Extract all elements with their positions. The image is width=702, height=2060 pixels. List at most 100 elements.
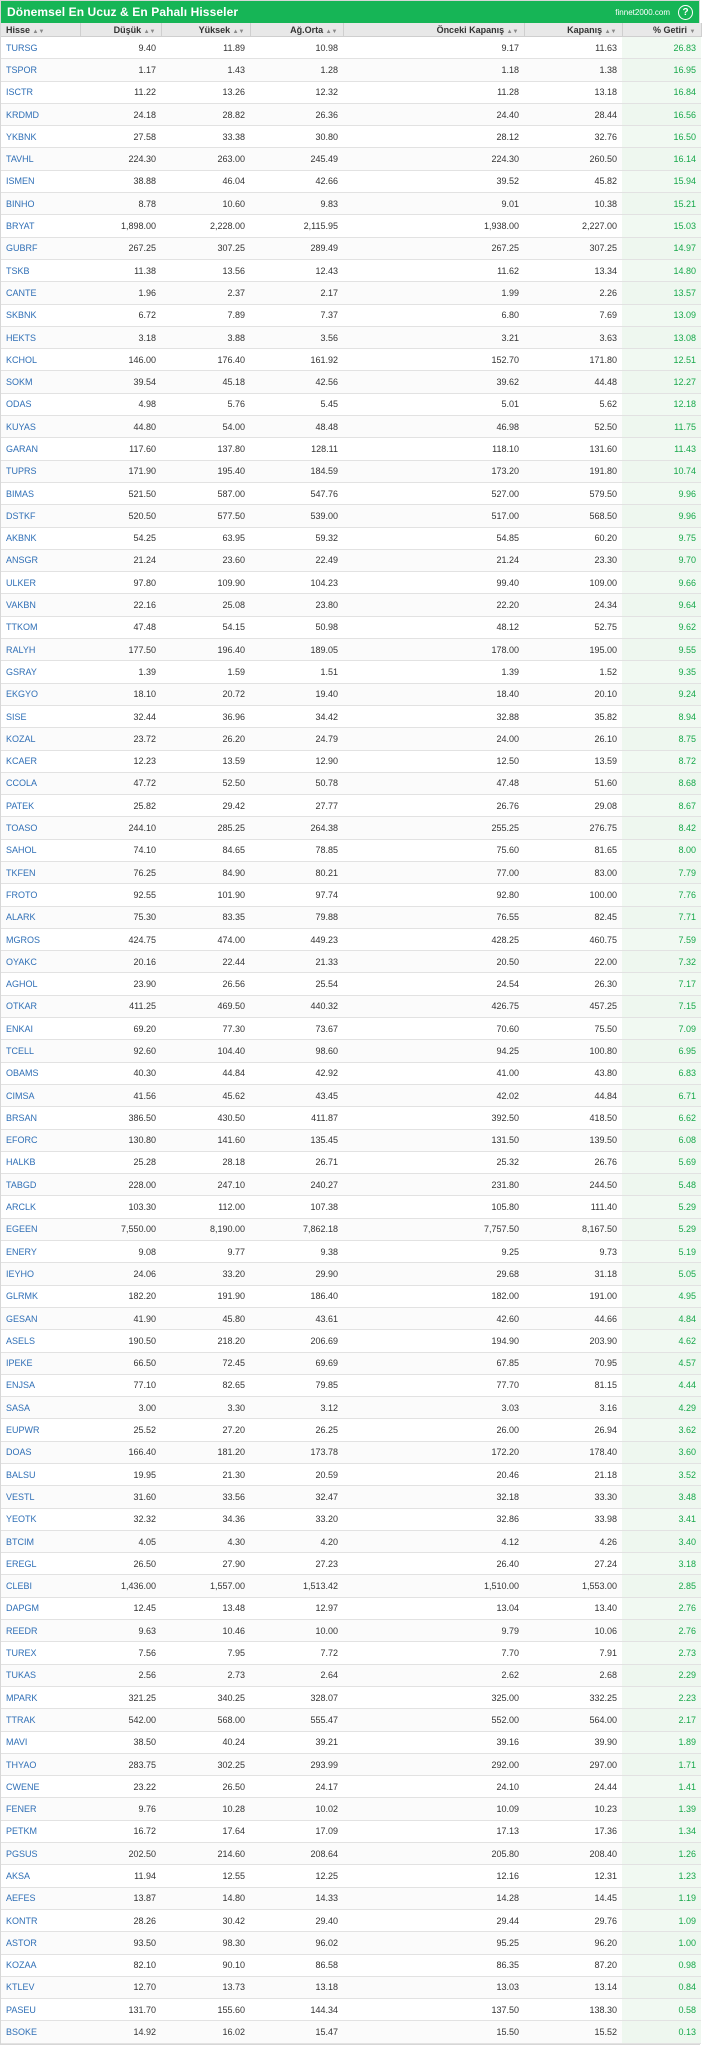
stock-symbol[interactable]: PETKM bbox=[1, 1820, 80, 1844]
stock-symbol[interactable]: REEDR bbox=[1, 1619, 80, 1643]
help-icon[interactable]: ? bbox=[678, 4, 693, 20]
stock-symbol[interactable]: PGSUS bbox=[1, 1842, 80, 1866]
col-header-ag-orta[interactable]: Ağ.Orta ▲▼ bbox=[250, 23, 344, 37]
stock-symbol[interactable]: FROTO bbox=[1, 883, 80, 907]
stock-symbol[interactable]: GSRAY bbox=[1, 660, 80, 684]
stock-symbol[interactable]: KCAER bbox=[1, 750, 80, 773]
stock-symbol[interactable]: CIMSA bbox=[1, 1084, 80, 1108]
stock-symbol[interactable]: ENJSA bbox=[1, 1374, 80, 1398]
stock-symbol[interactable]: GUBRF bbox=[1, 237, 80, 260]
stock-symbol[interactable]: TUREX bbox=[1, 1641, 80, 1665]
stock-symbol[interactable]: EFORC bbox=[1, 1129, 80, 1152]
stock-symbol[interactable]: KCHOL bbox=[1, 348, 80, 372]
stock-symbol[interactable]: YEOTK bbox=[1, 1508, 80, 1531]
stock-symbol[interactable]: SASA bbox=[1, 1396, 80, 1420]
stock-symbol[interactable]: EUPWR bbox=[1, 1418, 80, 1442]
stock-symbol[interactable]: BALSU bbox=[1, 1463, 80, 1487]
stock-symbol[interactable]: OBAMS bbox=[1, 1062, 80, 1085]
stock-symbol[interactable]: AKSA bbox=[1, 1864, 80, 1888]
stock-symbol[interactable]: VESTL bbox=[1, 1485, 80, 1509]
stock-symbol[interactable]: TTRAK bbox=[1, 1708, 80, 1732]
col-header-dusuk[interactable]: Düşük ▲▼ bbox=[80, 23, 162, 37]
stock-symbol[interactable]: BIMAS bbox=[1, 482, 80, 506]
stock-symbol[interactable]: SOKM bbox=[1, 370, 80, 394]
stock-symbol[interactable]: OYAKC bbox=[1, 950, 80, 974]
stock-symbol[interactable]: VAKBN bbox=[1, 593, 80, 617]
col-header-onceki-kapanis[interactable]: Önceki Kapanış ▲▼ bbox=[343, 23, 525, 37]
stock-symbol[interactable]: TURSG bbox=[1, 36, 80, 60]
stock-symbol[interactable]: MPARK bbox=[1, 1686, 80, 1710]
stock-symbol[interactable]: BTCIM bbox=[1, 1530, 80, 1554]
stock-symbol[interactable]: TSKB bbox=[1, 259, 80, 283]
stock-symbol[interactable]: THYAO bbox=[1, 1753, 80, 1777]
stock-symbol[interactable]: ALARK bbox=[1, 906, 80, 929]
stock-symbol[interactable]: ENKAI bbox=[1, 1017, 80, 1041]
stock-symbol[interactable]: GLRMK bbox=[1, 1285, 80, 1308]
col-header-getiri[interactable]: % Getiri ▼ bbox=[622, 23, 702, 37]
stock-symbol[interactable]: PATEK bbox=[1, 794, 80, 818]
stock-symbol[interactable]: EREGL bbox=[1, 1552, 80, 1576]
stock-symbol[interactable]: ISCTR bbox=[1, 81, 80, 104]
stock-symbol[interactable]: ENERY bbox=[1, 1240, 80, 1264]
col-header-yuksek[interactable]: Yüksek ▲▼ bbox=[161, 23, 251, 37]
stock-symbol[interactable]: KOZAA bbox=[1, 1954, 80, 1977]
stock-symbol[interactable]: IEYHO bbox=[1, 1262, 80, 1286]
stock-symbol[interactable]: KTLEV bbox=[1, 1976, 80, 2000]
stock-symbol[interactable]: TABGD bbox=[1, 1173, 80, 1197]
stock-symbol[interactable]: ASTOR bbox=[1, 1931, 80, 1955]
stock-symbol[interactable]: SAHOL bbox=[1, 839, 80, 862]
stock-symbol[interactable]: DAPGM bbox=[1, 1597, 80, 1621]
stock-symbol[interactable]: TKFEN bbox=[1, 861, 80, 885]
stock-symbol[interactable]: MGROS bbox=[1, 928, 80, 952]
stock-symbol[interactable]: ISMEN bbox=[1, 170, 80, 194]
stock-symbol[interactable]: SISE bbox=[1, 705, 80, 729]
stock-symbol[interactable]: TAVHL bbox=[1, 147, 80, 171]
stock-symbol[interactable]: DOAS bbox=[1, 1441, 80, 1465]
return-percent: 2.23 bbox=[622, 1686, 701, 1710]
stock-symbol[interactable]: BSOKE bbox=[1, 2020, 80, 2044]
stock-symbol[interactable]: BRSAN bbox=[1, 1106, 80, 1130]
stock-symbol[interactable]: AEFES bbox=[1, 1887, 80, 1910]
stock-symbol[interactable]: EGEEN bbox=[1, 1218, 80, 1242]
stock-symbol[interactable]: MAVI bbox=[1, 1731, 80, 1754]
stock-symbol[interactable]: TCELL bbox=[1, 1039, 80, 1063]
stock-symbol[interactable]: ANSGR bbox=[1, 549, 80, 573]
stock-symbol[interactable]: GARAN bbox=[1, 437, 80, 461]
stock-symbol[interactable]: TUKAS bbox=[1, 1664, 80, 1687]
stock-symbol[interactable]: ARCLK bbox=[1, 1195, 80, 1219]
stock-symbol[interactable]: AGHOL bbox=[1, 972, 80, 996]
stock-symbol[interactable]: TSPOR bbox=[1, 58, 80, 82]
brand-link[interactable]: finnet2000.com bbox=[615, 8, 670, 17]
col-header-kapanis[interactable]: Kapanış ▲▼ bbox=[524, 23, 623, 37]
stock-symbol[interactable]: TTKOM bbox=[1, 616, 80, 640]
stock-symbol[interactable]: FENER bbox=[1, 1797, 80, 1821]
stock-symbol[interactable]: ULKER bbox=[1, 571, 80, 595]
col-header-hisse[interactable]: Hisse ▲▼ bbox=[1, 23, 81, 37]
stock-symbol[interactable]: OTKAR bbox=[1, 995, 80, 1019]
stock-symbol[interactable]: BINHO bbox=[1, 192, 80, 216]
stock-symbol[interactable]: GESAN bbox=[1, 1307, 80, 1331]
stock-symbol[interactable]: DSTKF bbox=[1, 504, 80, 528]
stock-symbol[interactable]: CLEBI bbox=[1, 1574, 80, 1598]
stock-symbol[interactable]: KONTR bbox=[1, 1909, 80, 1933]
stock-symbol[interactable]: SKBNK bbox=[1, 304, 80, 327]
stock-symbol[interactable]: BRYAT bbox=[1, 214, 80, 238]
stock-symbol[interactable]: KRDMD bbox=[1, 103, 80, 127]
stock-symbol[interactable]: IPEKE bbox=[1, 1352, 80, 1375]
stock-symbol[interactable]: EKGYO bbox=[1, 683, 80, 706]
stock-symbol[interactable]: CCOLA bbox=[1, 772, 80, 796]
stock-symbol[interactable]: HEKTS bbox=[1, 326, 80, 350]
stock-symbol[interactable]: HALKB bbox=[1, 1151, 80, 1175]
stock-symbol[interactable]: CWENE bbox=[1, 1775, 80, 1799]
stock-symbol[interactable]: TOASO bbox=[1, 816, 80, 840]
stock-symbol[interactable]: ODAS bbox=[1, 393, 80, 417]
stock-symbol[interactable]: CANTE bbox=[1, 281, 80, 305]
stock-symbol[interactable]: RALYH bbox=[1, 638, 80, 662]
stock-symbol[interactable]: TUPRS bbox=[1, 460, 80, 483]
stock-symbol[interactable]: PASEU bbox=[1, 1998, 80, 2022]
stock-symbol[interactable]: KUYAS bbox=[1, 415, 80, 439]
stock-symbol[interactable]: AKBNK bbox=[1, 527, 80, 550]
stock-symbol[interactable]: ASELS bbox=[1, 1329, 80, 1353]
stock-symbol[interactable]: KOZAL bbox=[1, 727, 80, 751]
stock-symbol[interactable]: YKBNK bbox=[1, 125, 80, 149]
